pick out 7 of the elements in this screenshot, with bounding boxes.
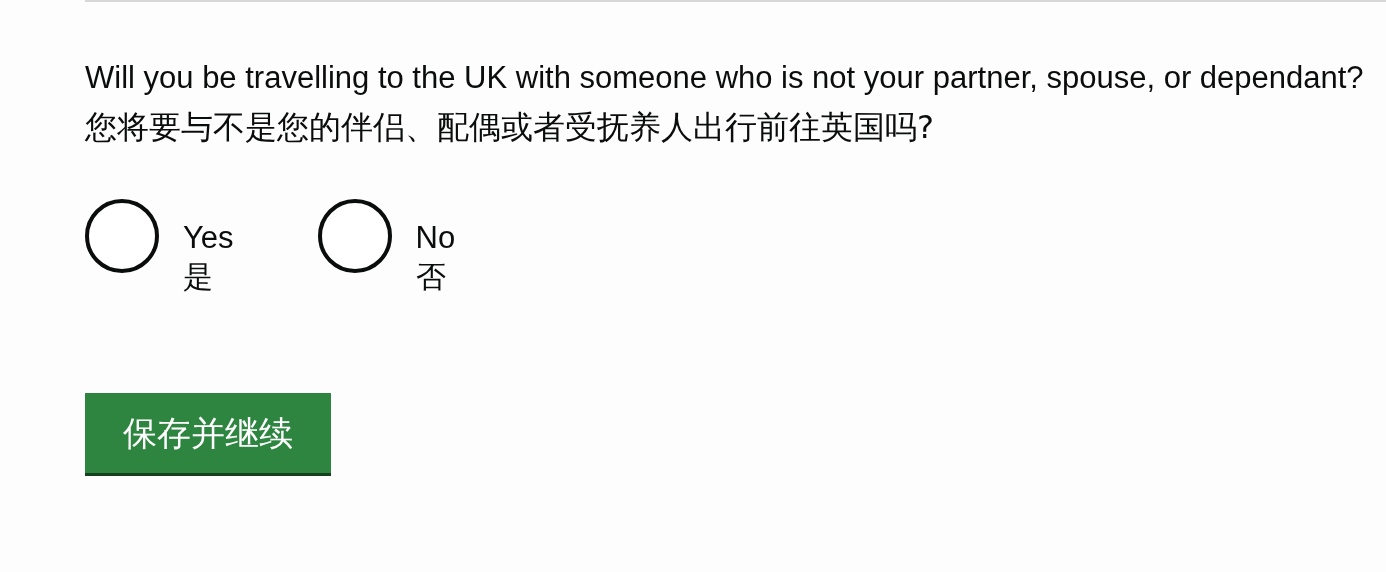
option-translation: 否 — [415, 258, 447, 296]
option-label: No — [415, 219, 456, 257]
question-text: Will you be travelling to the UK with someone who is not your partner, spouse, or dependant? — [85, 59, 1365, 97]
option-translation: 是 — [183, 258, 214, 296]
option-label: Yes — [183, 219, 234, 257]
save-continue-button[interactable]: 保存并继续 — [85, 393, 331, 473]
question-translation: 您将要与不是您的伴侣、配偶或者受抚养人出行前往英国吗? — [85, 107, 935, 148]
